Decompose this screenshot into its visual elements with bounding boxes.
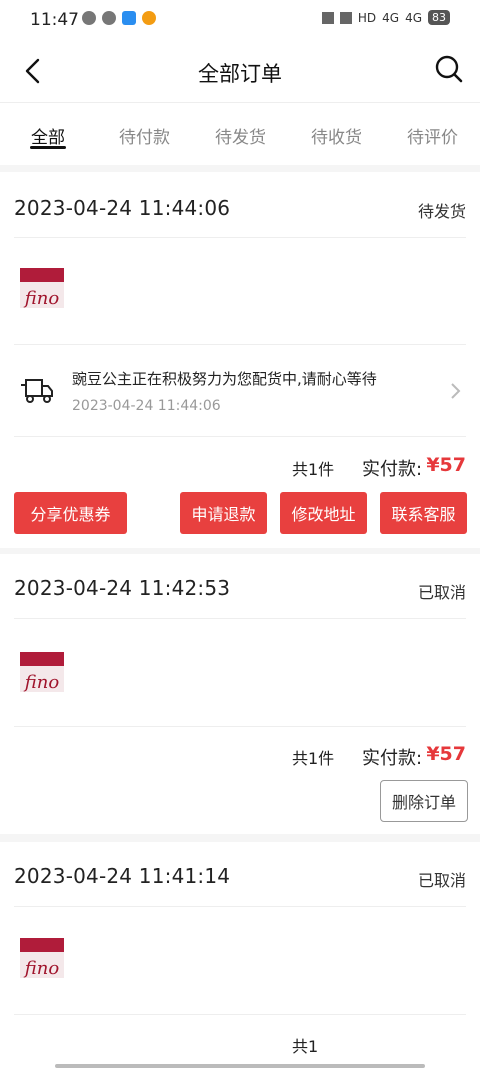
page-title: 全部订单 xyxy=(198,62,282,86)
order-time: 2023-04-24 11:44:06 xyxy=(14,196,231,220)
item-count: 共1件 xyxy=(292,749,335,768)
modify-address-button[interactable]: 修改地址 xyxy=(280,492,367,534)
divider xyxy=(14,344,466,345)
mute-icon xyxy=(339,11,352,24)
contact-service-button[interactable]: 联系客服 xyxy=(380,492,467,534)
app-header: 全部订单 xyxy=(0,40,480,103)
brand-text: fino xyxy=(23,288,60,309)
browser-icon xyxy=(122,11,136,25)
status-bar: 11:47 HD 4G 4G 83 xyxy=(0,0,480,40)
paid-value: ¥57 xyxy=(426,454,466,476)
order-time: 2023-04-24 11:42:53 xyxy=(14,576,231,600)
status-right: HD 4G 4G 83 xyxy=(321,10,450,25)
item-count: 共1 xyxy=(292,1037,319,1056)
paid-label: 实付款: xyxy=(362,748,423,769)
notification-icons xyxy=(82,11,156,25)
paid-value: ¥57 xyxy=(426,743,466,765)
order-tabs: 全部 待付款 待发货 待收货 待评价 xyxy=(0,103,480,165)
battery-icon: 83 xyxy=(428,10,450,25)
paid-label: 实付款: xyxy=(362,459,423,480)
divider xyxy=(14,726,466,727)
search-icon[interactable] xyxy=(434,54,464,84)
brand-text: fino xyxy=(23,672,60,693)
home-indicator[interactable] xyxy=(55,1064,425,1068)
status-time: 11:47 xyxy=(30,10,79,30)
order-card[interactable]: 2023-04-24 11:41:14 已取消 fino 共1 xyxy=(0,842,480,1070)
divider xyxy=(14,906,466,907)
bluetooth-icon xyxy=(321,11,334,24)
delete-order-button[interactable]: 删除订单 xyxy=(380,780,468,822)
shipping-time: 2023-04-24 11:44:06 xyxy=(72,398,221,414)
share-coupon-button[interactable]: 分享优惠券 xyxy=(14,492,127,534)
tab-pending-review[interactable]: 待评价 xyxy=(407,123,458,148)
delivery-truck-icon xyxy=(21,379,53,403)
order-card[interactable]: 2023-04-24 11:42:53 已取消 fino 共1件 实付款: ¥5… xyxy=(0,554,480,834)
signal-1-icon: 4G xyxy=(382,10,400,25)
divider xyxy=(14,436,466,437)
request-refund-button[interactable]: 申请退款 xyxy=(180,492,267,534)
product-thumbnail[interactable]: fino xyxy=(18,648,66,696)
product-thumbnail[interactable]: fino xyxy=(18,934,66,982)
k-app-icon xyxy=(82,11,96,25)
order-status: 待发货 xyxy=(417,202,466,221)
weibo-icon xyxy=(142,11,156,25)
tab-pending-payment[interactable]: 待付款 xyxy=(119,123,170,148)
order-status: 已取消 xyxy=(417,583,466,602)
tab-pending-receipt[interactable]: 待收货 xyxy=(311,123,362,148)
active-tab-indicator xyxy=(30,146,66,149)
chevron-right-icon[interactable] xyxy=(448,382,462,400)
order-card[interactable]: 2023-04-24 11:44:06 待发货 fino 豌豆公主正在积极努力为… xyxy=(0,172,480,548)
message-icon xyxy=(102,11,116,25)
shipping-message: 豌豆公主正在积极努力为您配货中,请耐心等待 xyxy=(72,370,377,388)
product-thumbnail[interactable]: fino xyxy=(18,264,66,312)
tab-pending-shipment[interactable]: 待发货 xyxy=(215,123,266,148)
hd-icon: HD xyxy=(357,10,377,25)
tab-all[interactable]: 全部 xyxy=(31,123,65,148)
divider xyxy=(14,618,466,619)
divider xyxy=(14,1014,466,1015)
order-status: 已取消 xyxy=(417,871,466,890)
signal-2-icon: 4G xyxy=(405,10,422,25)
divider xyxy=(14,237,466,238)
item-count: 共1件 xyxy=(292,460,335,479)
order-time: 2023-04-24 11:41:14 xyxy=(14,864,231,888)
brand-text: fino xyxy=(23,958,60,979)
